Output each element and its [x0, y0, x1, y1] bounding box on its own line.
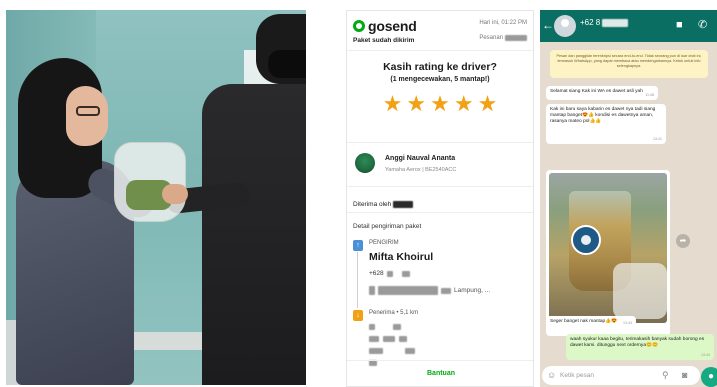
- delivery-detail: Detail pengiriman paket ↑ PENGIRIM Mifta…: [347, 213, 533, 366]
- encryption-notice[interactable]: Pesan dan panggilan terenkripsi secara e…: [550, 50, 708, 78]
- received-by-label: Diterima oleh: [353, 200, 392, 208]
- order-id-redacted: [505, 35, 527, 41]
- rating-stars: ★ ★ ★ ★ ★: [347, 93, 533, 115]
- contact-number: +62 8: [580, 18, 601, 27]
- message-bubble-in[interactable]: Seger banget nak mantap👍😍 13:43: [546, 316, 636, 328]
- sender-address-redacted-2: [378, 286, 438, 295]
- sender-name: Mifta Khoirul: [369, 251, 434, 263]
- driver-card[interactable]: Anggi Nauval Ananta Yamaha Aerox | BE254…: [347, 143, 533, 187]
- message-time: 13:44: [701, 353, 710, 357]
- driver-vehicle: Yamaha Aerox | BE2540ACC: [385, 167, 457, 173]
- order-label: Pesanan: [479, 35, 503, 41]
- forward-icon[interactable]: ➦: [676, 234, 690, 248]
- photo-glasses: [76, 106, 100, 116]
- sender-address-redacted-1: [369, 286, 375, 295]
- contact-avatar[interactable]: [554, 15, 576, 37]
- photo-face-mask: [268, 50, 306, 78]
- sender-phone-prefix: +628: [369, 270, 384, 277]
- message-time: 11:48: [645, 93, 654, 97]
- message-text: Seger banget nak mantap👍😍: [550, 319, 618, 324]
- message-image[interactable]: [546, 170, 670, 336]
- rating-question: Kasih rating ke driver?: [383, 61, 497, 73]
- driver-avatar: [355, 153, 375, 173]
- gosend-logo-icon: [353, 20, 365, 32]
- delivery-detail-title: Detail pengiriman paket: [353, 223, 422, 230]
- gosend-screen: gosend Paket sudah dikirim Hari ini, 01:…: [346, 10, 534, 387]
- whatsapp-screen: ← +62 8 ■ ✆ Pesan dan panggilan terenkri…: [540, 10, 717, 387]
- message-bubble-in[interactable]: Kak ini baru saya kabarin es dawet nya t…: [546, 104, 666, 144]
- sender-pin-icon: ↑: [353, 240, 363, 251]
- gosend-header: gosend Paket sudah dikirim Hari ini, 01:…: [347, 11, 533, 51]
- received-by: Diterima oleh: [347, 187, 533, 213]
- gosend-logo-text: gosend: [368, 18, 417, 34]
- delivery-photo: [6, 10, 306, 385]
- sender-phone: +628: [369, 270, 410, 277]
- delivery-date: Hari ini, 01:22 PM: [479, 20, 527, 26]
- cup-logo-sticker: [571, 225, 601, 255]
- driver-name: Anggi Nauval Ananta: [385, 155, 456, 162]
- star-icon[interactable]: ★: [478, 93, 498, 115]
- message-time: 13:43: [623, 321, 632, 325]
- attach-icon[interactable]: ⚲: [662, 370, 669, 381]
- emoji-icon[interactable]: ☺: [547, 370, 556, 380]
- chat-body[interactable]: Pesan dan panggilan terenkripsi secara e…: [540, 42, 717, 364]
- message-text: waah syukur kaaa begitu, terimakasih ban…: [570, 337, 705, 348]
- chat-header: ← +62 8 ■ ✆: [540, 10, 717, 42]
- sender-address-tail: Lampung, ...: [454, 287, 491, 294]
- receiver-pin-icon: ↓: [353, 310, 363, 321]
- star-icon[interactable]: ★: [383, 93, 403, 115]
- order-id: Pesanan: [479, 35, 527, 41]
- route-line: [357, 252, 358, 308]
- help-button[interactable]: Bantuan: [347, 360, 533, 386]
- sender-phone-redacted-1: [386, 270, 393, 277]
- sender-label: PENGIRIM: [369, 240, 399, 246]
- message-bubble-out[interactable]: waah syukur kaaa begitu, terimakasih ban…: [566, 334, 714, 360]
- message-bubble-in[interactable]: Selamat siang Kak ini WA es dawet asli y…: [546, 86, 658, 100]
- message-placeholder: Ketik pesan: [560, 372, 594, 379]
- star-icon[interactable]: ★: [454, 93, 474, 115]
- contact-name[interactable]: +62 8: [580, 18, 629, 27]
- receiver-route-label: Penerima • 5,1 km: [369, 310, 419, 316]
- plastic-wrap: [613, 263, 667, 319]
- gosend-logo: gosend: [353, 18, 417, 34]
- photo-hand: [162, 184, 188, 204]
- video-call-icon[interactable]: ■: [676, 19, 683, 31]
- phone-call-icon[interactable]: ✆: [698, 18, 707, 31]
- rating-subtitle: (1 mengecewakan, 5 mantap!): [390, 76, 490, 83]
- message-text: Selamat siang Kak ini WA es dawet asli y…: [550, 89, 643, 94]
- received-by-redacted: [393, 200, 414, 208]
- contact-number-redacted: [602, 18, 629, 27]
- mic-button[interactable]: ●: [701, 367, 717, 387]
- photo-woman-face: [66, 86, 108, 146]
- sender-phone-redacted-2: [401, 270, 410, 277]
- collage: gosend Paket sudah dikirim Hari ini, 01:…: [0, 0, 717, 387]
- back-arrow-icon[interactable]: ←: [542, 18, 554, 32]
- es-dawet-photo: [549, 173, 667, 323]
- sender-address: Lampung, ...: [369, 286, 531, 295]
- chat-input-bar: ☺ Ketik pesan ⚲ ◙ ●: [540, 364, 717, 387]
- message-input[interactable]: ☺ Ketik pesan ⚲ ◙: [542, 366, 700, 385]
- sender-address-redacted-3: [441, 287, 451, 294]
- message-time: 13:41: [653, 137, 662, 141]
- message-text: Kak ini baru saya kabarin es dawet nya t…: [550, 107, 656, 124]
- rating-section: Kasih rating ke driver? (1 mengecewakan,…: [347, 51, 533, 143]
- star-icon[interactable]: ★: [406, 93, 426, 115]
- camera-icon[interactable]: ◙: [682, 370, 687, 380]
- delivery-status: Paket sudah dikirim: [353, 37, 415, 44]
- star-icon[interactable]: ★: [430, 93, 450, 115]
- photo-man-body: [202, 84, 306, 385]
